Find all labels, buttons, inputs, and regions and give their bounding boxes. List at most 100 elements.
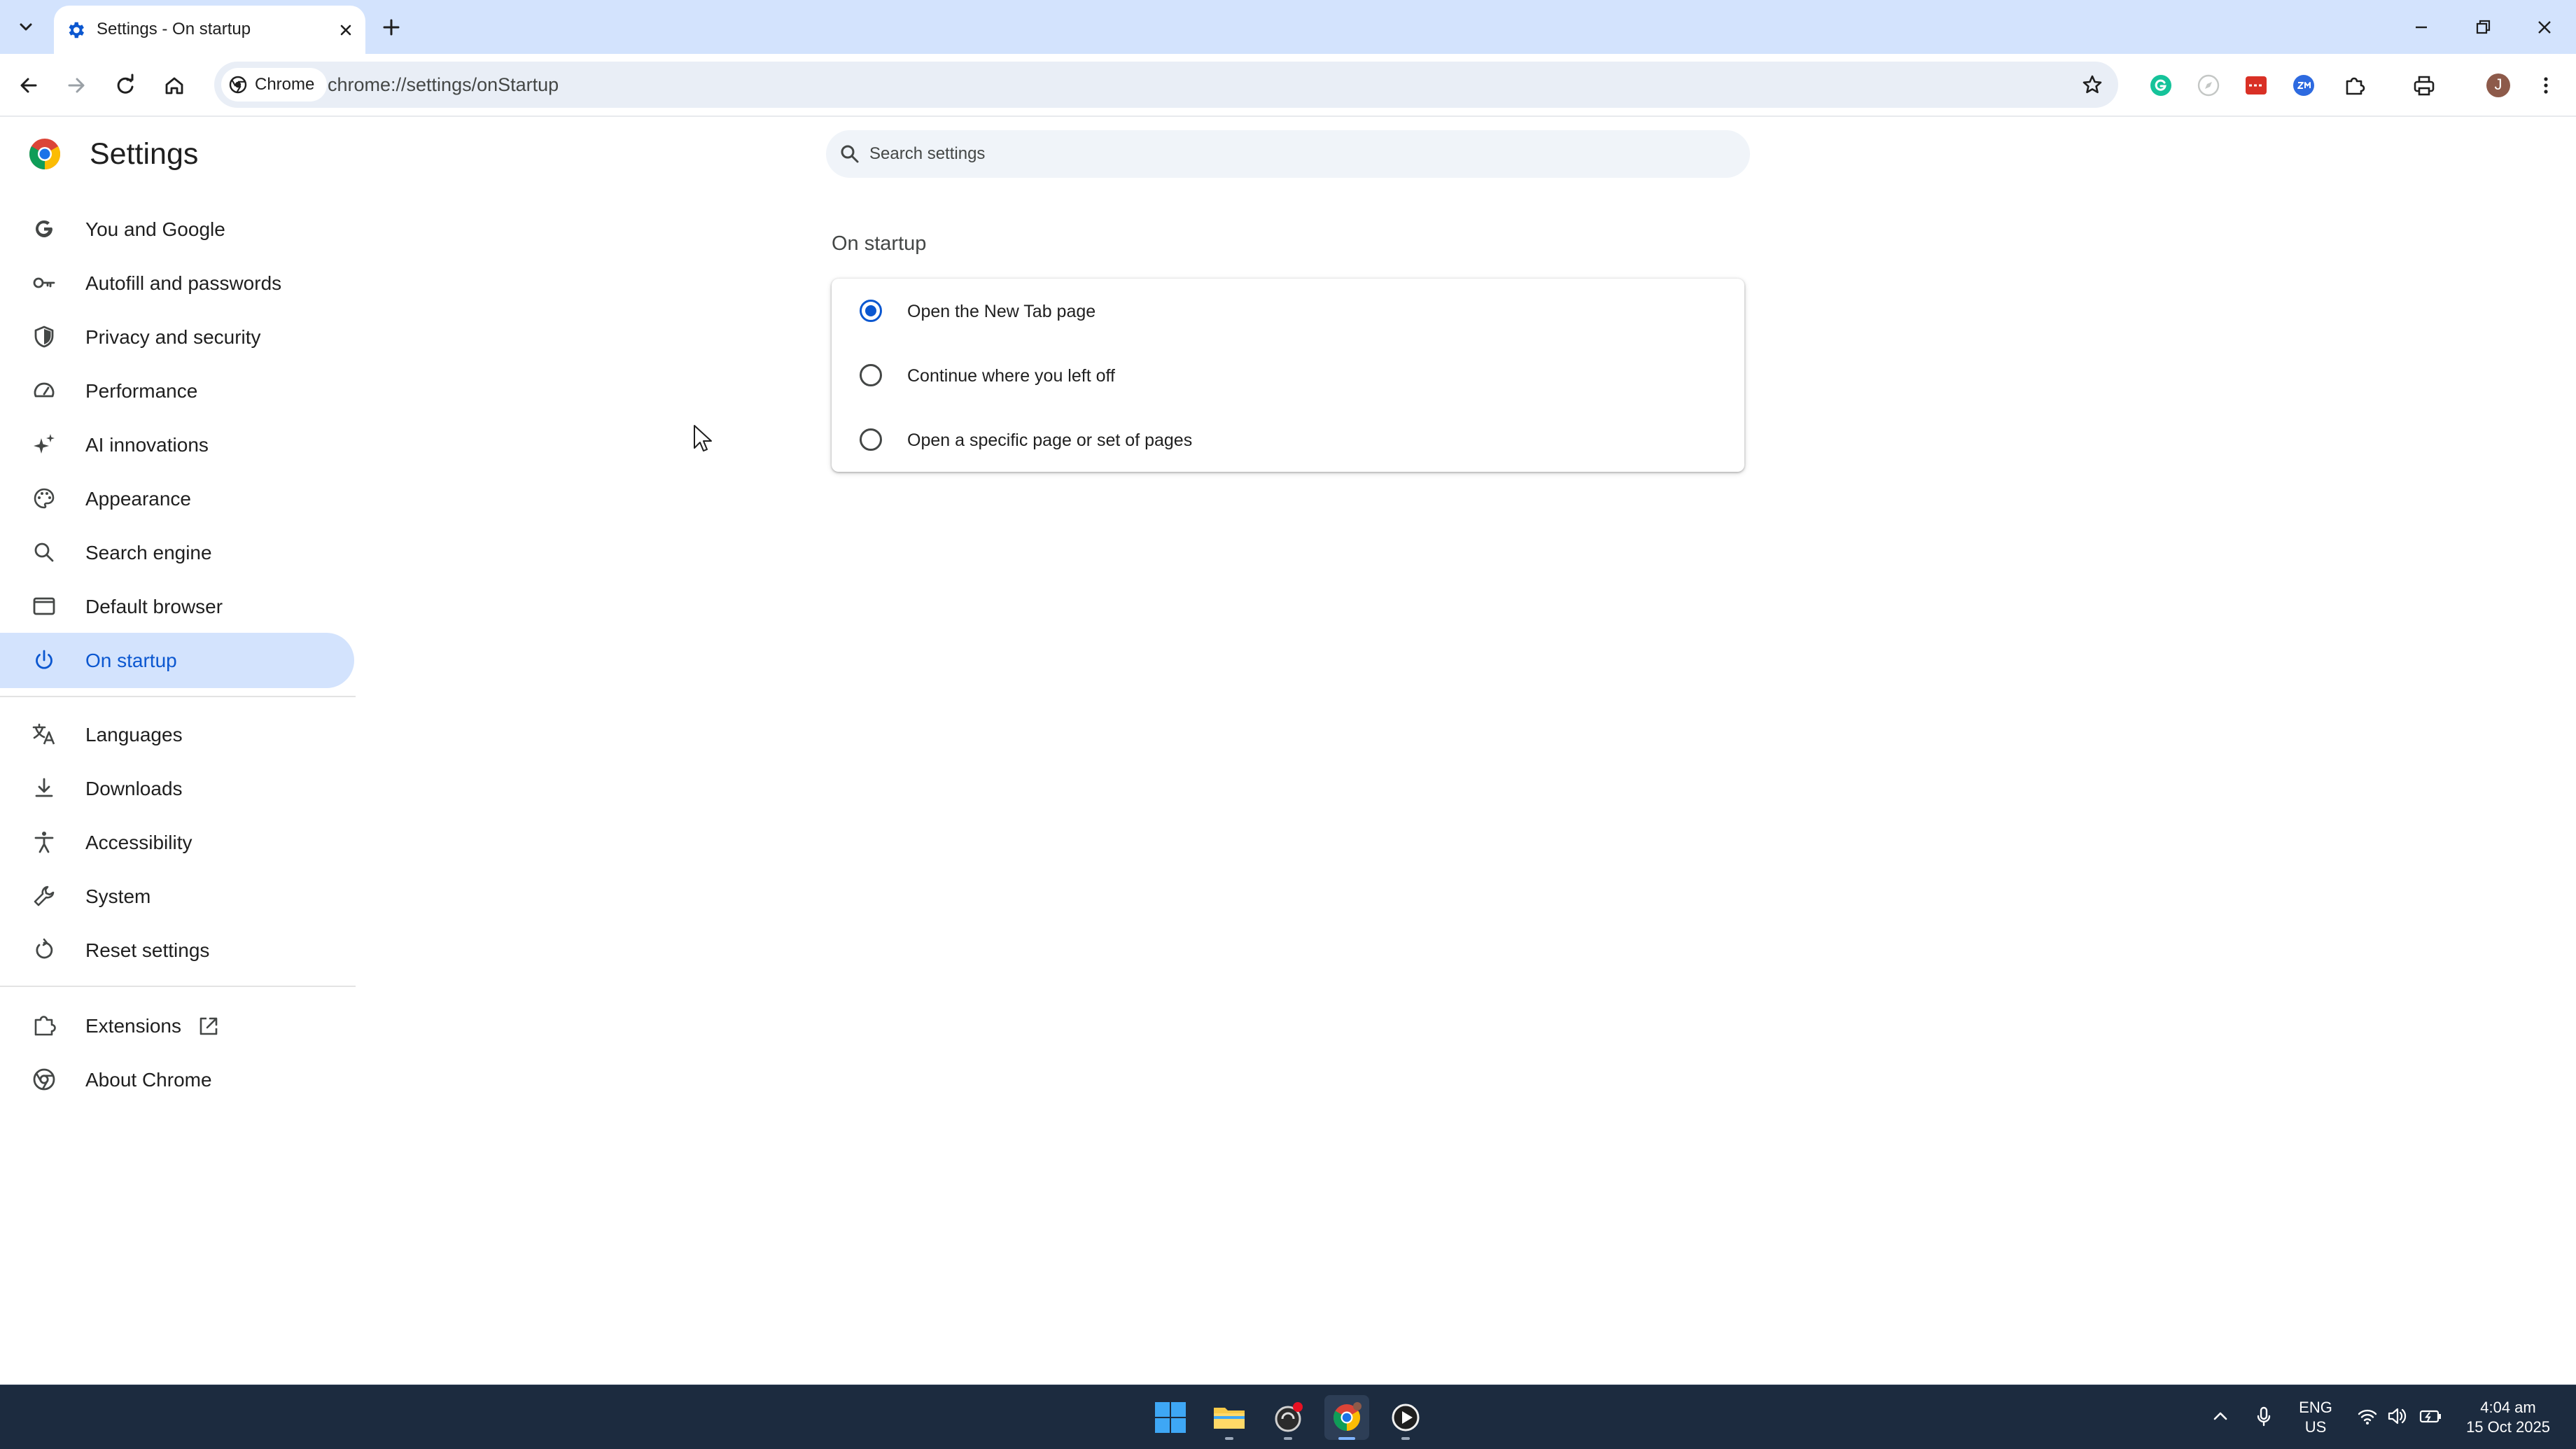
bookmark-star-button[interactable] [2076, 69, 2108, 101]
home-icon [165, 77, 183, 94]
running-indicator [1401, 1437, 1410, 1440]
extension-grammarly-button[interactable] [2145, 69, 2177, 102]
reload-icon [117, 74, 134, 94]
sidebar-item-downloads[interactable]: Downloads [0, 761, 354, 816]
minimize-button[interactable] [2405, 11, 2437, 43]
mouse-cursor-icon [693, 424, 714, 455]
sidebar-item-privacy[interactable]: Privacy and security [0, 309, 354, 365]
taskbar-app-dark[interactable] [1266, 1395, 1310, 1440]
tab-title: Settings - On startup [97, 20, 251, 38]
google-g-icon [31, 216, 57, 242]
volume-icon[interactable] [2383, 1402, 2411, 1430]
print-button[interactable] [2408, 69, 2440, 102]
tab-settings[interactable]: Settings - On startup [54, 6, 365, 54]
sidebar-item-label: Autofill and passwords [85, 272, 282, 294]
extension-compass-button[interactable] [2192, 69, 2225, 102]
search-icon [31, 539, 57, 566]
windows-logo-icon [1155, 1402, 1186, 1433]
sidebar-item-label: You and Google [85, 218, 225, 240]
clock[interactable]: 4:04 am 15 Oct 2025 [2457, 1398, 2559, 1437]
sidebar-item-label: Privacy and security [85, 326, 261, 348]
sidebar-item-label: AI innovations [85, 434, 209, 456]
extension-zoom-button[interactable] [2288, 69, 2320, 102]
tab-close-button[interactable] [334, 18, 358, 42]
show-hidden-icons-button[interactable] [2206, 1402, 2234, 1430]
radio-button-selected[interactable] [860, 300, 882, 322]
profile-initial: J [2494, 76, 2502, 93]
search-icon [839, 143, 861, 165]
battery-icon[interactable] [2416, 1402, 2444, 1430]
radio-button[interactable] [860, 428, 882, 451]
external-link-icon [196, 1014, 221, 1039]
sparkle-icon [31, 431, 57, 458]
input-language-indicator[interactable]: ENG US [2295, 1398, 2337, 1437]
sidebar-item-about-chrome[interactable]: About Chrome [0, 1052, 354, 1107]
url-text[interactable]: chrome://settings/onStartup [328, 74, 559, 96]
browser-toolbar: Chrome chrome://settings/onStartup J [0, 54, 2576, 117]
new-tab-button[interactable] [375, 11, 407, 43]
sidebar-item-label: On startup [85, 650, 177, 671]
radio-button[interactable] [860, 364, 882, 386]
sidebar-item-extensions[interactable]: Extensions [0, 998, 354, 1054]
browser-menu-button[interactable] [2530, 69, 2562, 102]
play-icon [1392, 1404, 1420, 1432]
radio-option-new-tab[interactable]: Open the New Tab page [832, 279, 1744, 343]
address-bar[interactable]: Chrome chrome://settings/onStartup [214, 62, 2118, 108]
settings-gear-icon [65, 20, 86, 41]
sidebar-item-system[interactable]: System [0, 869, 354, 924]
extension-red-button[interactable] [2240, 69, 2272, 102]
close-icon [340, 24, 351, 36]
close-icon [2538, 21, 2551, 34]
sidebar-item-on-startup[interactable]: On startup [0, 633, 354, 688]
search-settings-box[interactable] [826, 130, 1750, 178]
home-button[interactable] [158, 69, 190, 102]
arrow-right-icon [68, 78, 85, 93]
profile-avatar-button[interactable]: J [2482, 69, 2514, 102]
back-button[interactable] [13, 69, 45, 102]
shield-icon [31, 323, 57, 350]
sidebar-item-ai-innovations[interactable]: AI innovations [0, 417, 354, 472]
reload-button[interactable] [109, 69, 141, 102]
search-input[interactable] [868, 130, 1736, 178]
running-indicator [1284, 1437, 1292, 1440]
sidebar-divider [0, 986, 356, 987]
radio-option-specific-pages[interactable]: Open a specific page or set of pages [832, 407, 1744, 472]
taskbar-chrome[interactable] [1324, 1395, 1369, 1440]
plus-icon [383, 19, 400, 36]
close-window-button[interactable] [2528, 11, 2561, 43]
site-info-chip[interactable]: Chrome [221, 68, 328, 102]
taskbar-media-player[interactable] [1383, 1395, 1428, 1440]
wifi-icon[interactable] [2353, 1402, 2381, 1430]
sidebar-item-label: Performance [85, 380, 198, 402]
microphone-button[interactable] [2250, 1402, 2278, 1430]
sidebar-item-search-engine[interactable]: Search engine [0, 525, 354, 580]
browser-window-icon [31, 593, 57, 620]
sidebar-item-appearance[interactable]: Appearance [0, 471, 354, 526]
radio-option-continue[interactable]: Continue where you left off [832, 343, 1744, 407]
forward-button[interactable] [60, 69, 92, 102]
sidebar-item-accessibility[interactable]: Accessibility [0, 815, 354, 870]
arrow-left-icon [20, 78, 37, 93]
sidebar-item-autofill[interactable]: Autofill and passwords [0, 255, 354, 311]
sidebar-item-label: System [85, 886, 151, 907]
restore-icon [2476, 20, 2491, 34]
restore-button[interactable] [2467, 11, 2499, 43]
extensions-menu-button[interactable] [2338, 69, 2370, 102]
sidebar-item-reset-settings[interactable]: Reset settings [0, 923, 354, 978]
more-vert-icon [2544, 77, 2548, 94]
taskbar-file-explorer[interactable] [1207, 1395, 1252, 1440]
zoom-icon [2293, 75, 2314, 96]
reset-icon [31, 937, 57, 963]
sidebar-item-you-and-google[interactable]: You and Google [0, 202, 354, 257]
translate-icon [31, 721, 57, 748]
printer-icon [2414, 76, 2435, 96]
tab-search-dropdown-button[interactable] [10, 11, 42, 43]
sidebar-item-performance[interactable]: Performance [0, 363, 354, 419]
sidebar-item-label: Extensions [85, 1015, 181, 1037]
sidebar-item-languages[interactable]: Languages [0, 707, 354, 762]
compass-icon [2197, 74, 2220, 97]
start-button[interactable] [1148, 1395, 1193, 1440]
sidebar-item-default-browser[interactable]: Default browser [0, 579, 354, 634]
app-circle-icon [1275, 1402, 1303, 1432]
tab-strip: Settings - On startup [0, 0, 2576, 54]
